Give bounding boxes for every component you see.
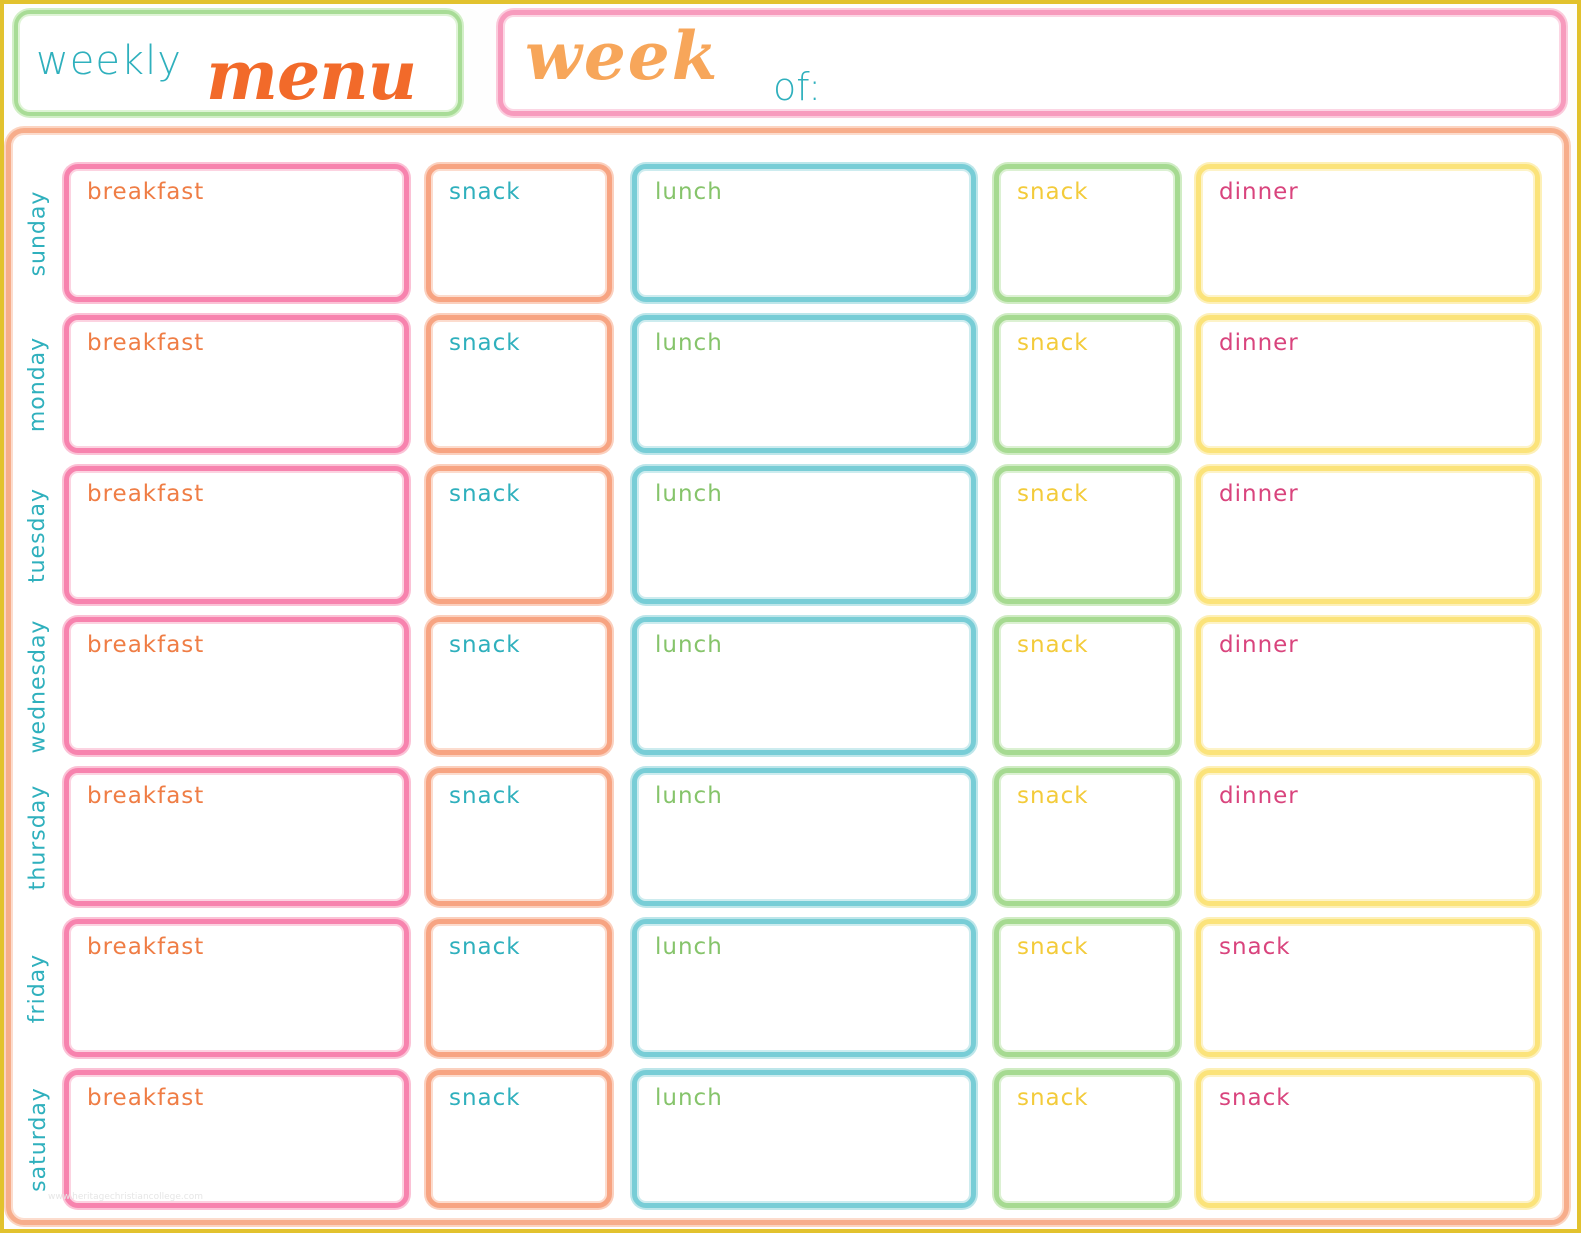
meal-label: dinner — [1219, 179, 1299, 205]
title-menu: menu — [206, 36, 417, 116]
day-label-friday: friday — [18, 919, 58, 1057]
meal-label: dinner — [1219, 330, 1299, 356]
meal-cell-monday-0[interactable]: breakfast — [64, 315, 409, 453]
day-name: wednesday — [25, 619, 51, 753]
meal-label: snack — [449, 1085, 521, 1111]
meal-cell-monday-4[interactable]: dinner — [1196, 315, 1540, 453]
meal-cell-friday-3[interactable]: snack — [994, 919, 1180, 1057]
of-label: of: — [773, 65, 822, 109]
watermark: www.heritagechristiancollege.com — [48, 1192, 203, 1202]
meal-label: lunch — [655, 632, 723, 658]
meal-cell-tuesday-2[interactable]: lunch — [632, 466, 976, 604]
meal-cell-sunday-1[interactable]: snack — [426, 164, 612, 302]
meal-cell-wednesday-4[interactable]: dinner — [1196, 617, 1540, 755]
day-name: tuesday — [25, 487, 51, 583]
meal-label: snack — [1017, 330, 1089, 356]
meal-cell-tuesday-0[interactable]: breakfast — [64, 466, 409, 604]
meal-label: dinner — [1219, 783, 1299, 809]
meal-label: snack — [1219, 934, 1291, 960]
day-name: monday — [25, 336, 51, 432]
meal-cell-friday-0[interactable]: breakfast — [64, 919, 409, 1057]
day-name: saturday — [25, 1086, 51, 1192]
meal-label: breakfast — [87, 330, 205, 356]
meal-cell-sunday-0[interactable]: breakfast — [64, 164, 409, 302]
meal-label: snack — [1017, 481, 1089, 507]
meal-label: snack — [449, 632, 521, 658]
meal-label: breakfast — [87, 481, 205, 507]
meal-label: snack — [449, 481, 521, 507]
day-label-saturday: saturday — [18, 1070, 58, 1208]
meal-cell-sunday-3[interactable]: snack — [994, 164, 1180, 302]
day-label-tuesday: tuesday — [18, 466, 58, 604]
meal-label: lunch — [655, 1085, 723, 1111]
meal-cell-saturday-1[interactable]: snack — [426, 1070, 612, 1208]
meal-cell-saturday-2[interactable]: lunch — [632, 1070, 976, 1208]
meal-cell-monday-1[interactable]: snack — [426, 315, 612, 453]
meal-label: lunch — [655, 783, 723, 809]
meal-label: breakfast — [87, 783, 205, 809]
meal-label: snack — [1017, 934, 1089, 960]
menu-planner-page: weekly menu week of: sunday breakfast snac… — [4, 4, 1577, 1229]
meal-cell-saturday-4[interactable]: snack — [1196, 1070, 1540, 1208]
meal-cell-tuesday-1[interactable]: snack — [426, 466, 612, 604]
day-label-wednesday: wednesday — [18, 617, 58, 755]
meal-label: snack — [1017, 179, 1089, 205]
meal-cell-sunday-4[interactable]: dinner — [1196, 164, 1540, 302]
meal-cell-thursday-4[interactable]: dinner — [1196, 768, 1540, 906]
meal-cell-friday-4[interactable]: snack — [1196, 919, 1540, 1057]
day-label-thursday: thursday — [18, 768, 58, 906]
meal-label: breakfast — [87, 632, 205, 658]
meal-label: breakfast — [87, 934, 205, 960]
meal-label: breakfast — [87, 179, 205, 205]
title-weekly: weekly — [36, 38, 182, 84]
week-of-field[interactable]: week of: — [498, 10, 1566, 116]
meal-cell-friday-1[interactable]: snack — [426, 919, 612, 1057]
meal-label: snack — [449, 783, 521, 809]
meal-label: breakfast — [87, 1085, 205, 1111]
meal-cell-friday-2[interactable]: lunch — [632, 919, 976, 1057]
meal-cell-thursday-2[interactable]: lunch — [632, 768, 976, 906]
meal-cell-sunday-2[interactable]: lunch — [632, 164, 976, 302]
meal-cell-saturday-3[interactable]: snack — [994, 1070, 1180, 1208]
meal-label: snack — [1219, 1085, 1291, 1111]
meal-cell-wednesday-1[interactable]: snack — [426, 617, 612, 755]
meal-cell-thursday-3[interactable]: snack — [994, 768, 1180, 906]
meal-label: lunch — [655, 481, 723, 507]
meal-label: dinner — [1219, 481, 1299, 507]
meal-label: lunch — [655, 179, 723, 205]
meal-label: dinner — [1219, 632, 1299, 658]
meal-cell-thursday-0[interactable]: breakfast — [64, 768, 409, 906]
meal-label: snack — [449, 179, 521, 205]
meal-cell-thursday-1[interactable]: snack — [426, 768, 612, 906]
meal-cell-wednesday-3[interactable]: snack — [994, 617, 1180, 755]
meal-cell-monday-3[interactable]: snack — [994, 315, 1180, 453]
meal-cell-wednesday-0[interactable]: breakfast — [64, 617, 409, 755]
meal-cell-tuesday-4[interactable]: dinner — [1196, 466, 1540, 604]
day-name: friday — [25, 953, 51, 1023]
meal-label: lunch — [655, 934, 723, 960]
meal-cell-tuesday-3[interactable]: snack — [994, 466, 1180, 604]
title-box: weekly menu — [14, 10, 462, 116]
meal-cell-wednesday-2[interactable]: lunch — [632, 617, 976, 755]
meal-label: snack — [449, 934, 521, 960]
meal-cell-saturday-0[interactable]: breakfast — [64, 1070, 409, 1208]
meal-label: snack — [1017, 783, 1089, 809]
day-name: sunday — [25, 190, 51, 276]
day-label-sunday: sunday — [18, 164, 58, 302]
meal-label: snack — [1017, 1085, 1089, 1111]
meal-label: snack — [1017, 632, 1089, 658]
meal-label: snack — [449, 330, 521, 356]
week-label: week — [525, 17, 720, 95]
day-label-monday: monday — [18, 315, 58, 453]
meal-label: lunch — [655, 330, 723, 356]
day-name: thursday — [25, 784, 51, 890]
meal-cell-monday-2[interactable]: lunch — [632, 315, 976, 453]
